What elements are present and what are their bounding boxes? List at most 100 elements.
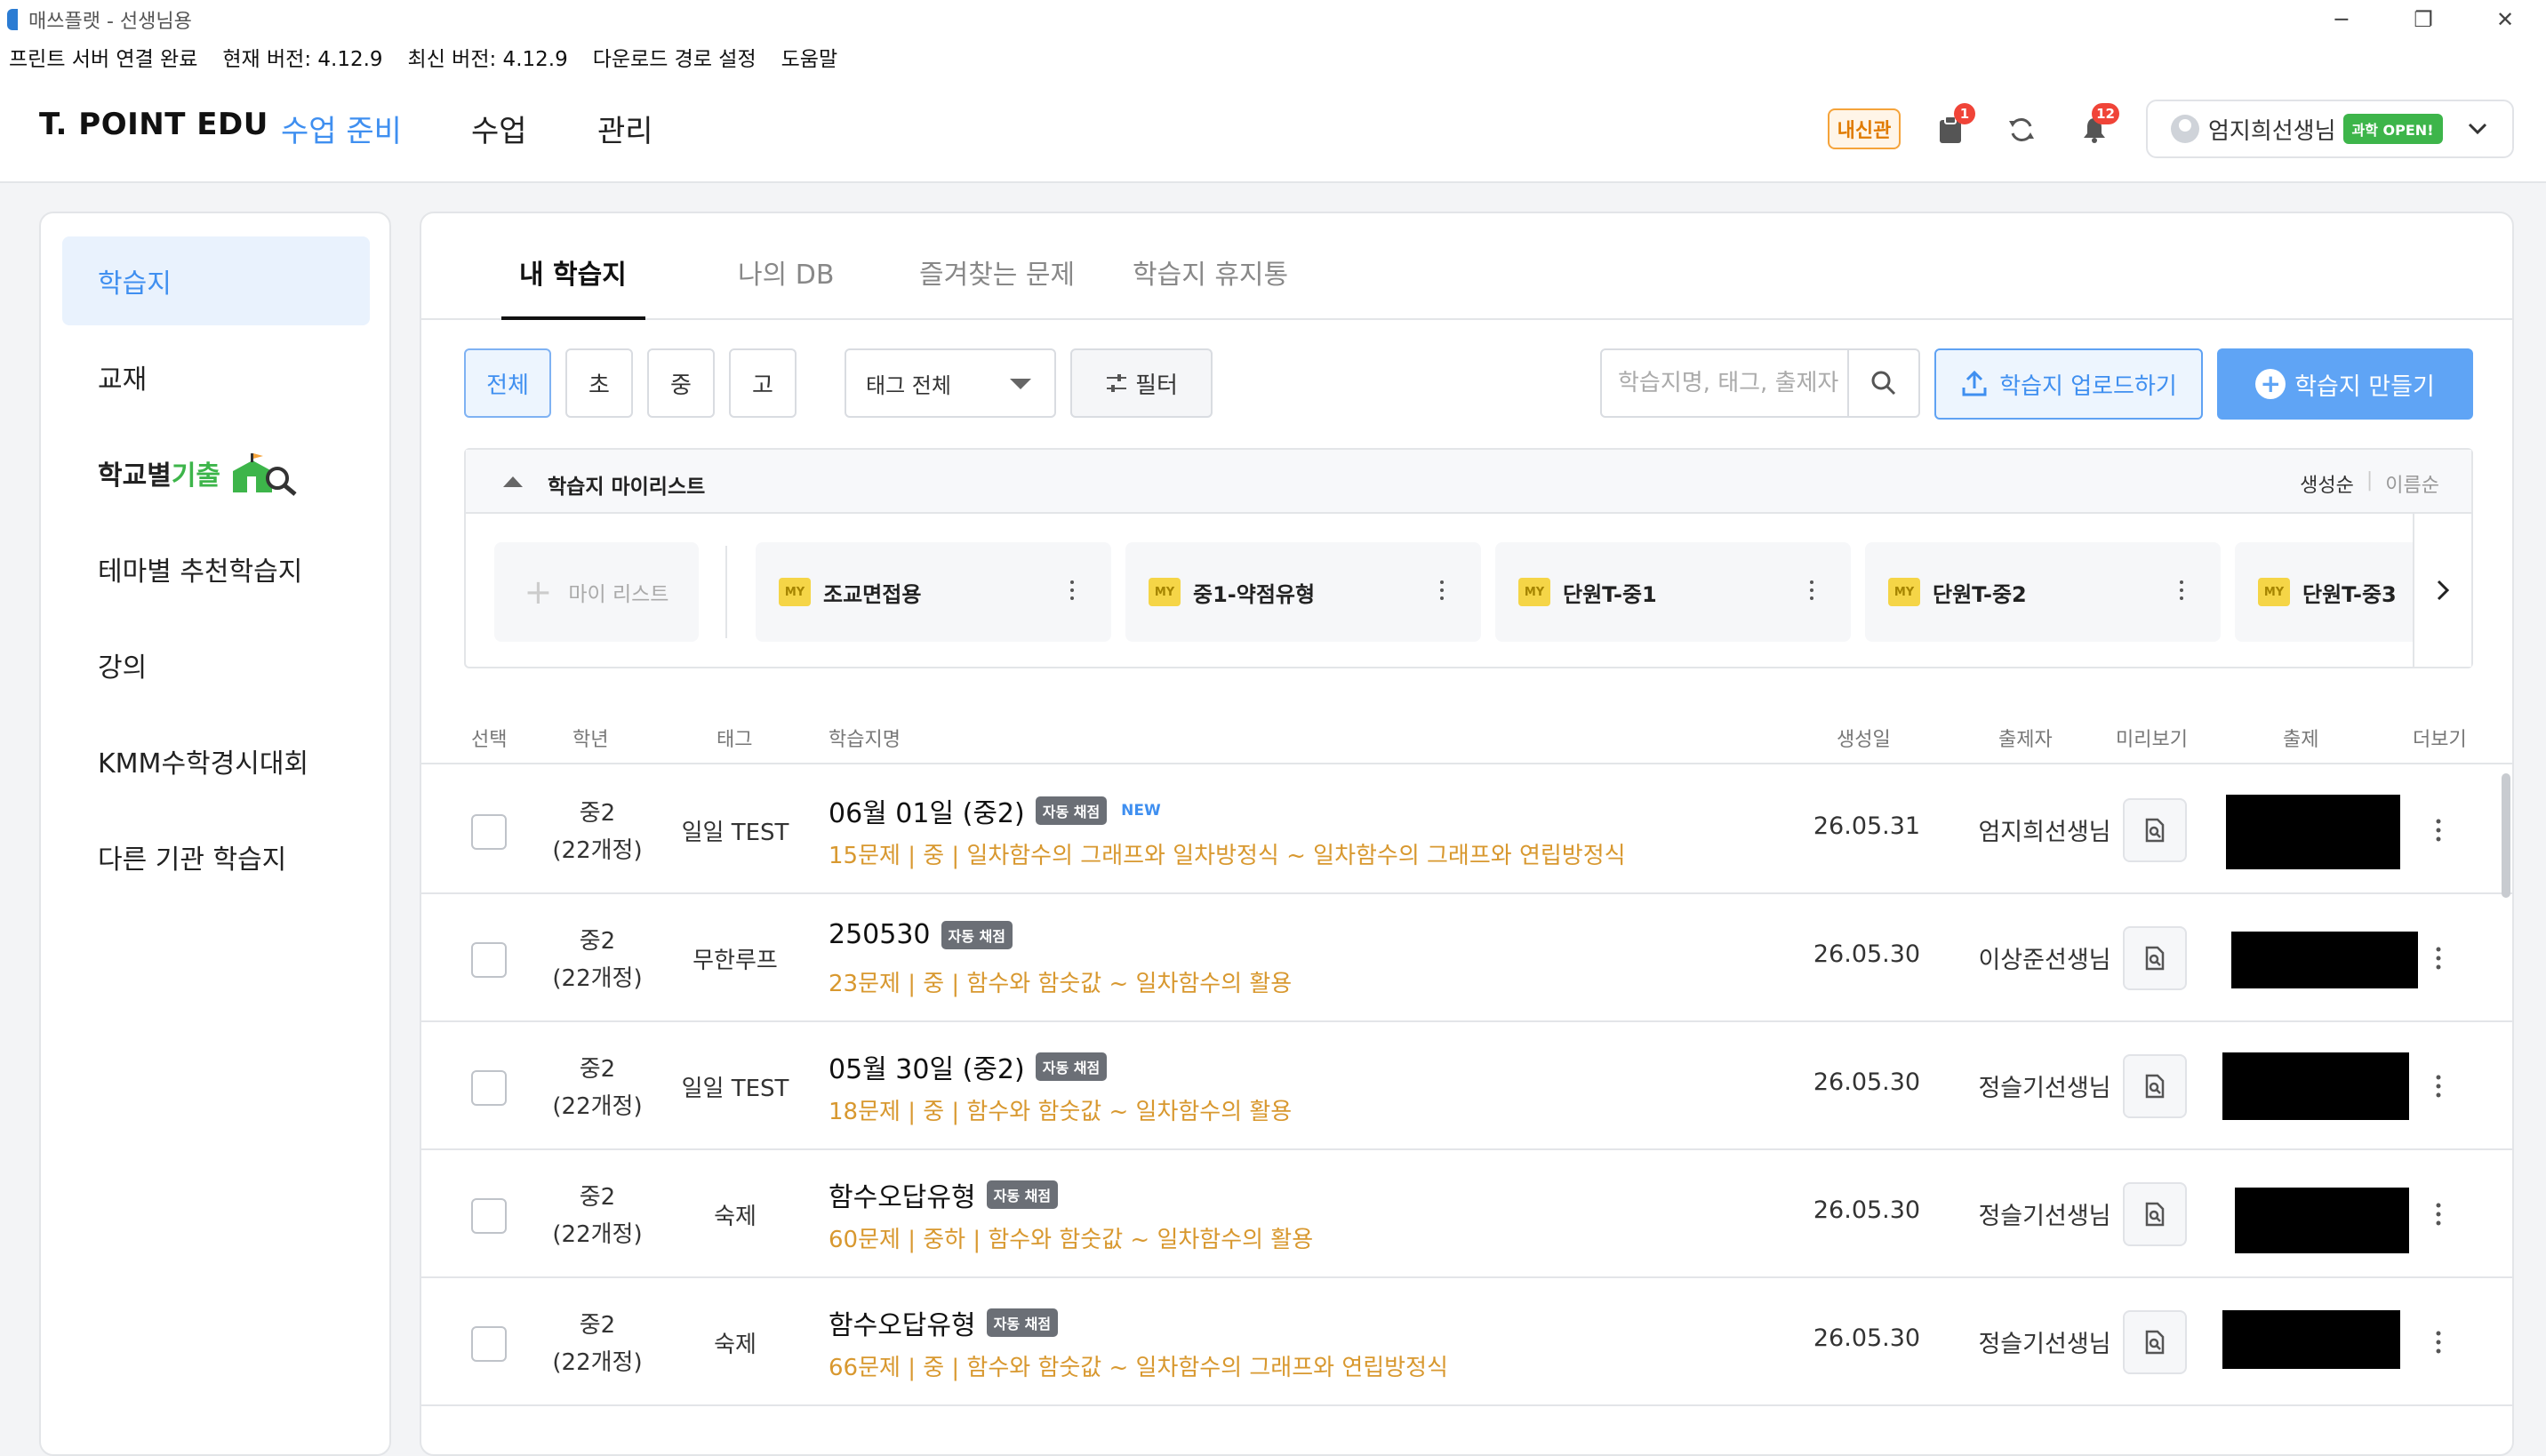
print-server-status: 프린트 서버 연결 완료 [9,48,198,71]
row-title[interactable]: 250530 자동 채점 [829,919,1013,950]
tab-favorites[interactable]: 즐겨찾는 문제 [919,252,1075,292]
tag-select[interactable]: 태그 전체 [845,348,1056,418]
redacted-publish-button[interactable] [2222,1310,2400,1369]
row-tag: 숙제 [714,1332,757,1358]
table-row[interactable]: 중2 (22개정) 숙제 함수오답유형 자동 채점 60문제 | 중하 | 함수와 … [421,1150,2512,1278]
chevron-right-icon[interactable] [2413,514,2471,667]
col-tag: 태그 [717,729,753,751]
mylist-card[interactable]: MY 조교면접용 [756,542,1111,642]
nav-class[interactable]: 수업 [471,107,527,150]
grade-filter-elementary[interactable]: 초 [565,348,633,418]
row-title[interactable]: 함수오답유형 자동 채점 [829,1175,1059,1214]
row-checkbox[interactable] [471,814,507,850]
preview-button[interactable] [2123,798,2187,862]
mylist-header[interactable]: 학습지 마이리스트 생성순 | 이름순 [466,450,2471,514]
naesin-button[interactable]: 내신관 [1828,108,1901,149]
row-title[interactable]: 06월 01일 (중2) 자동 채점 NEW [829,791,1161,830]
sidebar-item-theme[interactable]: 테마별 추천학습지 [62,524,370,613]
help-link[interactable]: 도움말 [781,42,837,72]
kebab-menu-icon[interactable] [2436,1202,2441,1227]
kebab-menu-icon[interactable] [2436,1330,2441,1355]
create-worksheet-button[interactable]: + 학습지 만들기 [2217,348,2473,420]
table-row[interactable]: 중2 (22개정) 무한루프 250530 자동 채점 23문제 | 중 | 함수와… [421,894,2512,1022]
row-checkbox[interactable] [471,1198,507,1234]
sidebar-item-textbook[interactable]: 교재 [62,332,370,421]
mylist-card[interactable]: MY 단원T-중2 [1865,542,2221,642]
user-menu[interactable]: 엄지희선생님 과학 OPEN! [2146,100,2514,158]
sort-created[interactable]: 생성순 [2300,469,2354,498]
grade-filter-high[interactable]: 고 [729,348,797,418]
row-checkbox[interactable] [471,942,507,978]
refresh-icon[interactable] [2002,110,2041,149]
kebab-menu-icon[interactable] [1070,580,1074,601]
nav-manage[interactable]: 관리 [597,107,653,150]
create-label: 학습지 만들기 [2294,372,2435,401]
logo[interactable]: T. POINT EDU [39,107,268,142]
kebab-menu-icon[interactable] [2436,818,2441,843]
kebab-menu-icon[interactable] [2180,580,2183,601]
redacted-publish-button[interactable] [2235,1188,2409,1253]
row-detail: 18문제 | 중 | 함수와 함숫값 ~ 일차함수의 활용 [829,1099,1293,1125]
filter-button[interactable]: 필터 [1070,348,1213,418]
preview-button[interactable] [2123,1182,2187,1246]
collapse-caret-icon[interactable] [503,476,523,487]
grade-filter-all[interactable]: 전체 [464,348,551,418]
col-more: 더보기 [2413,729,2467,751]
kebab-menu-icon[interactable] [2436,1074,2441,1099]
preview-button[interactable] [2123,1054,2187,1118]
row-date: 26.05.30 [1813,1068,1921,1096]
sidebar-item-kmm[interactable]: KMM수학경시대회 [62,716,370,805]
sidebar-item-other-org[interactable]: 다른 기관 학습지 [62,812,370,901]
row-checkbox[interactable] [471,1326,507,1362]
active-tab-indicator [501,316,645,320]
add-mylist-button[interactable]: + 마이 리스트 [494,542,699,642]
row-checkbox[interactable] [471,1070,507,1106]
user-tag-badge: 과학 OPEN! [2342,114,2443,144]
tab-my-db[interactable]: 나의 DB [738,252,834,292]
table-header: 선택 학년 태그 학습지명 생성일 출제자 미리보기 출제 더보기 [421,716,2512,764]
mylist-card[interactable]: MY 단원T-중1 [1495,542,1851,642]
nav-class-prep[interactable]: 수업 준비 [281,107,402,150]
preview-icon [2145,818,2165,843]
grade-filter-middle[interactable]: 중 [647,348,715,418]
table-row[interactable]: 중2 (22개정) 일일 TEST 05월 30일 (중2) 자동 채점 18문제 … [421,1022,2512,1150]
preview-button[interactable] [2123,1310,2187,1374]
redacted-publish-button[interactable] [2222,1052,2409,1120]
window-titlebar: 매쓰플랫 - 선생님용 ─ ❐ ✕ [0,0,2546,39]
upload-icon [1962,370,1987,396]
table-row[interactable]: 중2 (22개정) 숙제 함수오답유형 자동 채점 66문제 | 중 | 함수와 함… [421,1278,2512,1406]
row-tag: 무한루프 [693,948,778,974]
kebab-menu-icon[interactable] [2436,946,2441,971]
minimize-button[interactable]: ─ [2301,0,2382,39]
upload-worksheet-button[interactable]: 학습지 업로드하기 [1934,348,2203,420]
col-preview: 미리보기 [2116,729,2188,751]
row-title[interactable]: 05월 30일 (중2) 자동 채점 [829,1047,1108,1086]
search-input[interactable] [1602,352,1847,414]
close-button[interactable]: ✕ [2464,0,2546,39]
avatar [2171,115,2199,143]
upload-label: 학습지 업로드하기 [1999,372,2177,400]
new-badge: NEW [1121,802,1161,820]
tab-my-worksheets[interactable]: 내 학습지 [519,252,627,292]
preview-icon [2145,1202,2165,1227]
mylist-card[interactable]: MY 중1-약점유형 [1125,542,1481,642]
kebab-menu-icon[interactable] [1810,580,1813,601]
restore-button[interactable]: ❐ [2382,0,2464,39]
row-title[interactable]: 함수오답유형 자동 채점 [829,1303,1059,1342]
sidebar-item-school-exams[interactable]: 학교별 기출 [62,428,370,517]
sort-name[interactable]: 이름순 [2385,469,2439,498]
table-row[interactable]: 중2 (22개정) 일일 TEST 06월 01일 (중2) 자동 채점 NEW 15… [421,766,2512,894]
redacted-publish-button[interactable] [2226,795,2400,869]
download-path-link[interactable]: 다운로드 경로 설정 [593,42,757,72]
preview-icon [2145,946,2165,971]
kebab-menu-icon[interactable] [1440,580,1444,601]
redacted-publish-button[interactable] [2231,932,2418,988]
sidebar-item-lecture[interactable]: 강의 [62,620,370,709]
tab-trash[interactable]: 학습지 휴지통 [1133,252,1288,292]
sidebar-item-worksheet[interactable]: 학습지 [62,236,370,325]
clipboard-icon[interactable]: 1 [1931,103,1975,149]
scrollbar[interactable] [2502,773,2510,898]
search-button[interactable] [1847,350,1918,416]
preview-button[interactable] [2123,926,2187,990]
bell-icon[interactable]: 12 [2075,103,2119,149]
